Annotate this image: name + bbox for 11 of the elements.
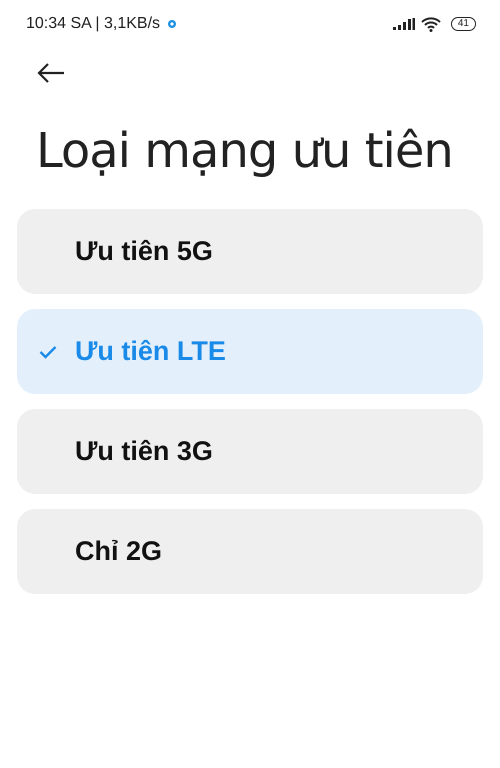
status-time: 10:34 SA | 3,1KB/s [26,15,160,33]
wifi-icon [420,16,441,32]
signal-icon [392,18,415,30]
network-option[interactable]: Ưu tiên 5G [17,209,483,294]
check-icon [39,344,57,358]
back-icon[interactable] [37,63,65,83]
page-title: Loại mạng ưu tiên [36,122,454,181]
network-option[interactable]: Chỉ 2G [17,509,483,594]
network-option[interactable]: Ưu tiên 3G [17,409,483,494]
notification-icon [168,20,176,28]
battery-icon: 41 [450,17,476,31]
